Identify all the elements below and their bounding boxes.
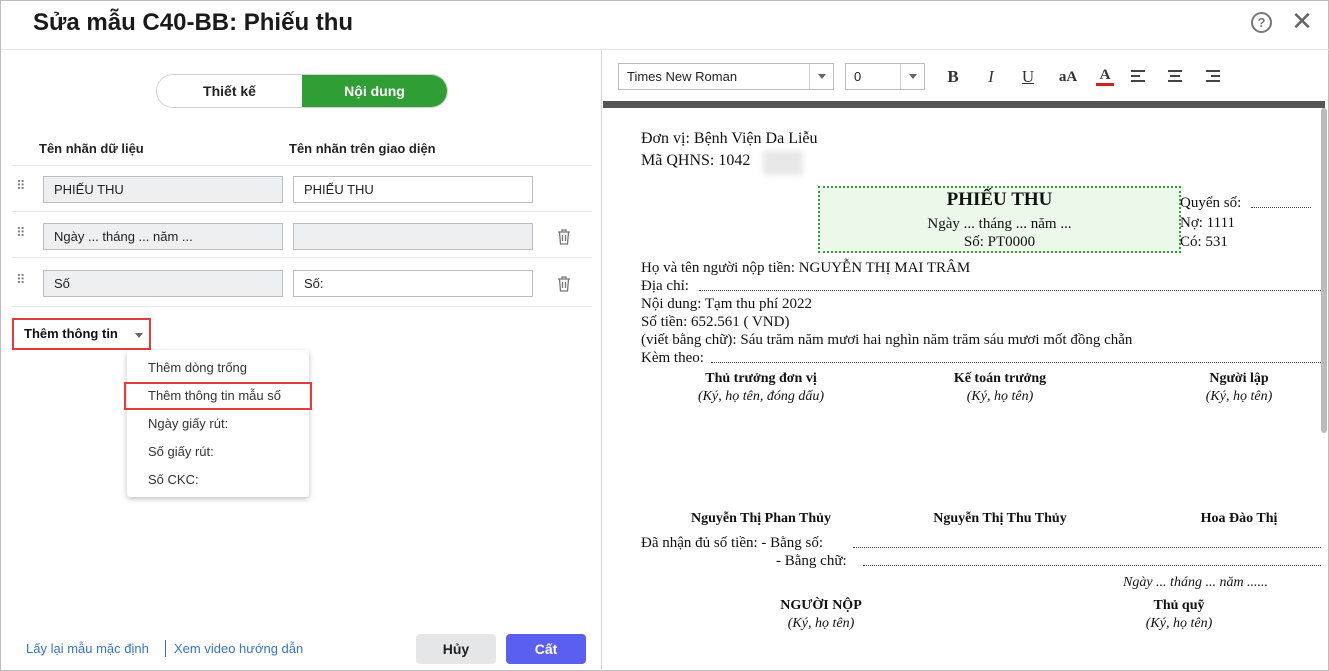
doc-received-words: - Bằng chữ: [776,553,847,569]
column-header-data-label: Tên nhãn dữ liệu [39,141,144,156]
doc-title: PHIẾU THU [946,189,1053,210]
edit-template-dialog: Sửa mẫu C40-BB: Phiếu thu ? ✕ Thiết kế N… [0,0,1329,671]
panel-divider [601,49,602,671]
align-left-icon[interactable] [1131,69,1145,83]
menu-item-withdrawal-number[interactable]: Số giấy rút: [127,438,309,466]
sign-head-name: Nguyễn Thị Phan Thủy [691,511,831,526]
dotted-line [853,547,1321,548]
doc-number: Số: PT0000 [963,234,1036,250]
font-family-value: Times New Roman [627,69,738,84]
sign-chief-accountant-note: (Ký, họ tên) [966,389,1034,404]
sign-cashier-note: (Ký, họ tên) [1145,616,1213,631]
doc-credit: Có: 531 [1180,234,1228,250]
help-icon[interactable]: ? [1251,12,1272,33]
trash-icon[interactable] [556,275,572,293]
drag-handle-icon[interactable]: ⠿ [16,273,25,286]
data-label-field: PHIẾU THU [43,176,283,203]
doc-date2: Ngày ... tháng ... năm ...... [1123,575,1269,590]
sign-preparer-note: (Ký, họ tên) [1205,389,1273,404]
dotted-line [711,362,1321,363]
font-size-value: 0 [854,69,862,84]
doc-content: Nội dung: Tạm thu phí 2022 [641,296,812,312]
menu-item-add-template-info[interactable]: Thêm thông tin mẫu số [124,382,312,410]
cancel-button[interactable]: Hủy [416,634,496,664]
column-header-ui-label: Tên nhãn trên giao diện [289,141,436,156]
editor-top-bar [603,101,1325,108]
dotted-line [863,565,1321,566]
menu-item-ckc-number[interactable]: Số CKC: [127,466,309,494]
align-right-icon[interactable] [1206,69,1220,83]
sign-chief-accountant-name: Nguyễn Thị Thu Thủy [933,511,1067,526]
dotted-line [1251,207,1311,208]
sign-chief-accountant-title: Kế toán trưởng [953,371,1047,386]
sign-payer-note: (Ký, họ tên) [787,616,855,631]
view-toggle: Thiết kế Nội dung [156,74,448,108]
doc-attached: Kèm theo: [641,350,704,366]
dialog-title: Sửa mẫu C40-BB: Phiếu thu [33,9,354,36]
menu-item-withdrawal-date[interactable]: Ngày giấy rút: [127,410,309,438]
add-info-label: Thêm thông tin [24,326,118,341]
ui-label-input[interactable]: PHIẾU THU [293,176,533,203]
drag-handle-icon[interactable]: ⠿ [16,179,25,192]
chevron-down-icon[interactable] [809,64,833,89]
add-info-menu: Thêm dòng trống Thêm thông tin mẫu số Ng… [124,350,312,497]
doc-amount: Số tiền: 652.561 ( VND) [641,314,790,330]
doc-address: Địa chỉ: [641,278,689,294]
editor-scrollbar[interactable] [1321,108,1327,433]
font-color-icon[interactable]: A [1096,65,1114,86]
sign-head-note: (Ký, họ tên, đóng dấu) [698,389,824,404]
menu-item-add-blank-line[interactable]: Thêm dòng trống [127,354,309,382]
row-divider [12,211,592,212]
row-divider [12,165,592,166]
sign-payer-title: NGƯỜI NỘP [780,598,862,613]
bold-icon[interactable]: B [941,65,965,89]
close-icon[interactable]: ✕ [1289,7,1315,35]
chevron-down-icon[interactable] [900,64,924,89]
tab-content[interactable]: Nội dung [302,75,447,107]
chevron-down-icon [135,333,143,338]
data-label-field: Số [43,270,283,297]
font-size-icon[interactable]: aA [1054,65,1082,89]
trash-icon[interactable] [556,228,572,246]
reset-template-link[interactable]: Lấy lại mẫu mặc định [26,641,149,656]
italic-icon[interactable]: I [979,65,1003,89]
header-divider [1,49,1329,50]
sign-head-title: Thủ trưởng đơn vị [705,371,817,386]
add-info-dropdown[interactable]: Thêm thông tin [12,318,151,350]
drag-handle-icon[interactable]: ⠿ [16,226,25,239]
dotted-line [699,290,1321,291]
row-divider [12,306,592,307]
sign-cashier-title: Thủ quỹ [1153,598,1205,613]
font-family-select[interactable]: Times New Roman [618,63,834,90]
underline-icon[interactable]: U [1016,65,1040,89]
sign-preparer-title: Người lập [1209,371,1269,386]
align-center-icon[interactable] [1168,69,1182,83]
ui-label-input[interactable]: Số: [293,270,533,297]
doc-amount-words: (viết bằng chữ): Sáu trăm năm mươi hai n… [641,332,1133,348]
font-size-select[interactable]: 0 [845,63,925,90]
doc-book-number: Quyển số: [1180,195,1242,211]
ui-label-input[interactable] [293,223,533,250]
data-label-field: Ngày ... tháng ... năm ... [43,223,283,250]
save-button[interactable]: Cất [506,634,586,664]
blurred-value [763,151,803,175]
doc-payer: Họ và tên người nộp tiền: NGUYỄN THỊ MAI… [641,260,971,276]
doc-debit: Nợ: 1111 [1180,215,1236,231]
row-divider [12,257,592,258]
footer-separator [165,640,166,657]
doc-qhns: Mã QHNS: 1042 [641,152,751,169]
doc-unit: Đơn vị: Bệnh Viện Da Liễu [641,130,818,147]
video-guide-link[interactable]: Xem video hướng dẫn [174,641,303,656]
sign-preparer-name: Hoa Đào Thị [1200,511,1278,526]
doc-date: Ngày ... tháng ... năm ... [927,216,1072,232]
tab-design[interactable]: Thiết kế [157,75,302,107]
doc-received: Đã nhận đủ số tiền: - Bằng số: [641,535,824,551]
